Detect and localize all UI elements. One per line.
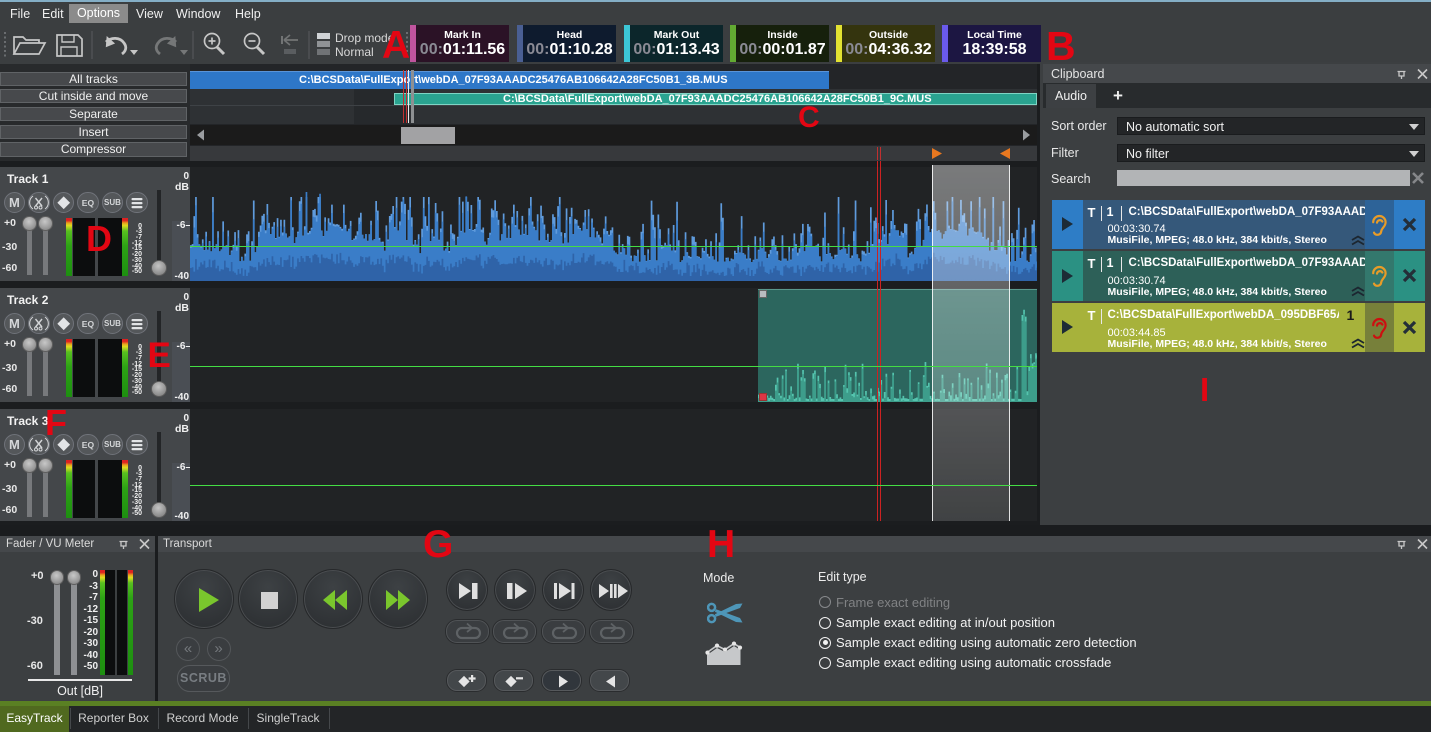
svg-text:Normal: Normal [335,45,374,59]
